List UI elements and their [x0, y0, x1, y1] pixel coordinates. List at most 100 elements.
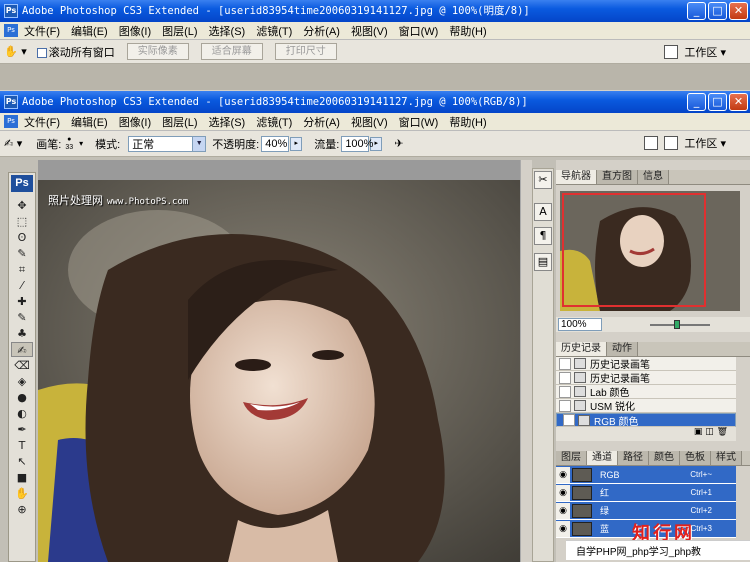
navigator-preview[interactable] [560, 191, 740, 311]
bridge-icon[interactable] [664, 136, 679, 150]
tab-info[interactable]: 信息 [638, 170, 669, 184]
actual-pixels-button[interactable]: 实际像素 [126, 43, 189, 60]
mode-select[interactable]: 正常 ▼ [128, 135, 207, 152]
move-tool-icon[interactable]: ✥ [11, 198, 33, 213]
print-size-button[interactable]: 打印尺寸 [274, 43, 337, 60]
slice-tool-icon[interactable]: ⁄ [11, 278, 33, 293]
channel-row[interactable]: ◉ 绿 Ctrl+2 [556, 502, 736, 520]
menu-file[interactable]: 文件(F) [24, 114, 60, 130]
channel-row[interactable]: ◉ RGB Ctrl+~ [556, 466, 736, 484]
minimize-button[interactable]: _ [687, 2, 706, 20]
tab-navigator[interactable]: 导航器 [556, 170, 597, 184]
eye-icon[interactable]: ◉ [556, 502, 570, 519]
tab-swatches[interactable]: 色板 [680, 451, 711, 465]
menu-select[interactable]: 选择(S) [209, 114, 246, 130]
workspace-button[interactable]: 工作区 ▾ [684, 135, 726, 151]
minimize-button[interactable]: _ [687, 93, 706, 111]
close-button[interactable]: ✕ [729, 93, 748, 111]
menu-file[interactable]: 文件(F) [24, 23, 60, 39]
dodge-tool-icon[interactable]: ◐ [11, 406, 33, 421]
menu-edit[interactable]: 编辑(E) [71, 23, 108, 39]
stamp-tool-icon[interactable]: ♣ [11, 326, 33, 341]
history-item[interactable]: USM 锐化 [556, 399, 736, 413]
brush-dropdown-icon[interactable]: ▾ [79, 139, 83, 148]
history-brush-tool-icon[interactable]: ✍ ▾ [4, 137, 22, 150]
eye-icon[interactable]: ◉ [556, 466, 570, 483]
lasso-tool-icon[interactable]: ʘ [11, 230, 33, 245]
navigator-view-box[interactable] [562, 193, 706, 307]
brush-tool-icon[interactable]: ✎ [11, 310, 33, 325]
menu-view[interactable]: 视图(V) [351, 23, 388, 39]
back-title-bar[interactable]: Ps Adobe Photoshop CS3 Extended - [useri… [0, 0, 750, 22]
tab-actions[interactable]: 动作 [607, 342, 638, 356]
tools-preset-icon[interactable]: ✂ [534, 171, 552, 189]
menu-window[interactable]: 窗口(W) [399, 114, 439, 130]
menu-help[interactable]: 帮助(H) [449, 114, 486, 130]
workspace-button[interactable]: 工作区 ▾ [684, 44, 726, 60]
eye-icon[interactable]: ◉ [556, 484, 570, 501]
menu-layer[interactable]: 图层(L) [162, 23, 197, 39]
hand-tool-icon[interactable]: ✋ ▾ [4, 45, 27, 58]
menu-select[interactable]: 选择(S) [209, 23, 246, 39]
menu-filter[interactable]: 滤镜(T) [256, 23, 292, 39]
menu-edit[interactable]: 编辑(E) [71, 114, 108, 130]
palette-icon[interactable] [644, 136, 659, 150]
menu-window[interactable]: 窗口(W) [399, 23, 439, 39]
paint-bucket-tool-icon[interactable]: ◈ [11, 374, 33, 389]
shape-tool-icon[interactable]: ■ [11, 470, 33, 485]
tab-layers[interactable]: 图层 [556, 451, 587, 465]
history-item[interactable]: Lab 颜色 [556, 385, 736, 399]
maximize-button[interactable]: □ [708, 93, 727, 111]
menu-filter[interactable]: 滤镜(T) [256, 114, 292, 130]
canvas-scrollbar[interactable] [520, 160, 532, 562]
scroll-all-checkbox[interactable]: 滚动所有窗口 [36, 44, 115, 60]
tab-channels[interactable]: 通道 [587, 451, 618, 465]
history-brush-tool-icon[interactable]: ✍ [11, 342, 33, 357]
history-item-selected[interactable]: RGB 颜色 [556, 413, 736, 428]
menu-image[interactable]: 图像(I) [119, 114, 151, 130]
menu-help[interactable]: 帮助(H) [449, 23, 486, 39]
history-item[interactable]: 历史记录画笔 [556, 357, 736, 371]
marquee-tool-icon[interactable]: ⬚ [11, 214, 33, 229]
blur-tool-icon[interactable]: ● [11, 390, 33, 405]
opacity-slider-button[interactable]: ▸ [290, 136, 303, 151]
airbrush-icon[interactable]: ✈ [394, 137, 403, 150]
history-footer-buttons[interactable]: ▣ ◫ 🗑 [556, 427, 736, 441]
ps-menu-icon[interactable]: Ps [4, 115, 18, 128]
flow-input[interactable]: 100% [341, 135, 373, 152]
document-canvas[interactable]: 照片处理网 www.PhotoPS.com [38, 180, 520, 562]
brush-picker[interactable]: ● 33 [65, 136, 73, 152]
menu-analysis[interactable]: 分析(A) [303, 114, 340, 130]
crop-tool-icon[interactable]: ⌗ [11, 262, 33, 277]
eye-icon[interactable]: ◉ [556, 520, 570, 537]
history-item[interactable]: 历史记录画笔 [556, 371, 736, 385]
channel-row[interactable]: ◉ 红 Ctrl+1 [556, 484, 736, 502]
zoom-slider[interactable] [650, 319, 710, 329]
pen-tool-icon[interactable]: ✒ [11, 422, 33, 437]
fit-screen-button[interactable]: 适合屏幕 [200, 43, 263, 60]
magic-wand-tool-icon[interactable]: ✎ [11, 246, 33, 261]
front-title-bar[interactable]: Ps Adobe Photoshop CS3 Extended - [useri… [0, 91, 750, 113]
close-button[interactable]: ✕ [729, 2, 748, 20]
path-select-tool-icon[interactable]: ↖ [11, 454, 33, 469]
hand-tool-icon[interactable]: ✋ [11, 486, 33, 501]
menu-view[interactable]: 视图(V) [351, 114, 388, 130]
menu-analysis[interactable]: 分析(A) [303, 23, 340, 39]
tab-color[interactable]: 颜色 [649, 451, 680, 465]
tab-styles[interactable]: 样式 [711, 451, 742, 465]
ps-menu-icon[interactable]: Ps [4, 24, 18, 37]
zoom-input[interactable]: 100% [558, 318, 602, 331]
opacity-input[interactable]: 40% [261, 135, 290, 152]
type-tool-icon[interactable]: T [11, 438, 33, 453]
bridge-icon[interactable] [664, 45, 679, 59]
layer-comps-icon[interactable]: ▤ [534, 253, 552, 271]
healing-tool-icon[interactable]: ✚ [11, 294, 33, 309]
zoom-tool-icon[interactable]: ⊕ [11, 502, 33, 517]
tab-histogram[interactable]: 直方图 [597, 170, 638, 184]
character-icon[interactable]: A [534, 203, 552, 221]
eraser-tool-icon[interactable]: ⌫ [11, 358, 33, 373]
tab-history[interactable]: 历史记录 [556, 342, 607, 356]
paragraph-icon[interactable]: ¶ [534, 227, 552, 245]
tab-paths[interactable]: 路径 [618, 451, 649, 465]
maximize-button[interactable]: □ [708, 2, 727, 20]
